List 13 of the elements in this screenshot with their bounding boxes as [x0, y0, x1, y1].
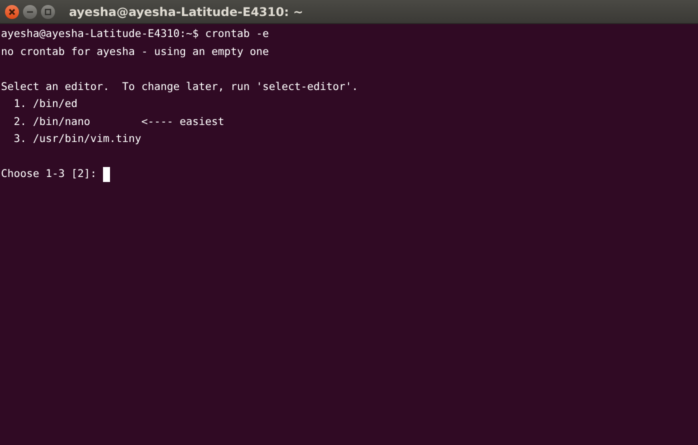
terminal-line: no crontab for ayesha - using an empty one — [1, 44, 269, 60]
window-title: ayesha@ayesha-Latitude-E4310: ~ — [69, 4, 304, 18]
maximize-button[interactable] — [41, 4, 55, 18]
terminal-line: 3. /usr/bin/vim.tiny — [12, 132, 142, 147]
terminal-line: 1. /bin/ed — [12, 97, 78, 112]
maximize-icon — [44, 8, 52, 16]
close-icon — [8, 8, 16, 16]
terminal-line: ayesha@ayesha-Latitude-E4310:~$ crontab -e — [1, 27, 269, 42]
terminal-line: Select an editor. To change later, run 'select-editor'. — [1, 80, 358, 94]
close-button[interactable] — [5, 4, 19, 18]
minimize-button[interactable] — [23, 4, 37, 18]
terminal-line: 2. /bin/nano <---- easiest — [12, 114, 224, 130]
terminal-prompt: Choose 1-3 [2]: — [1, 167, 98, 182]
